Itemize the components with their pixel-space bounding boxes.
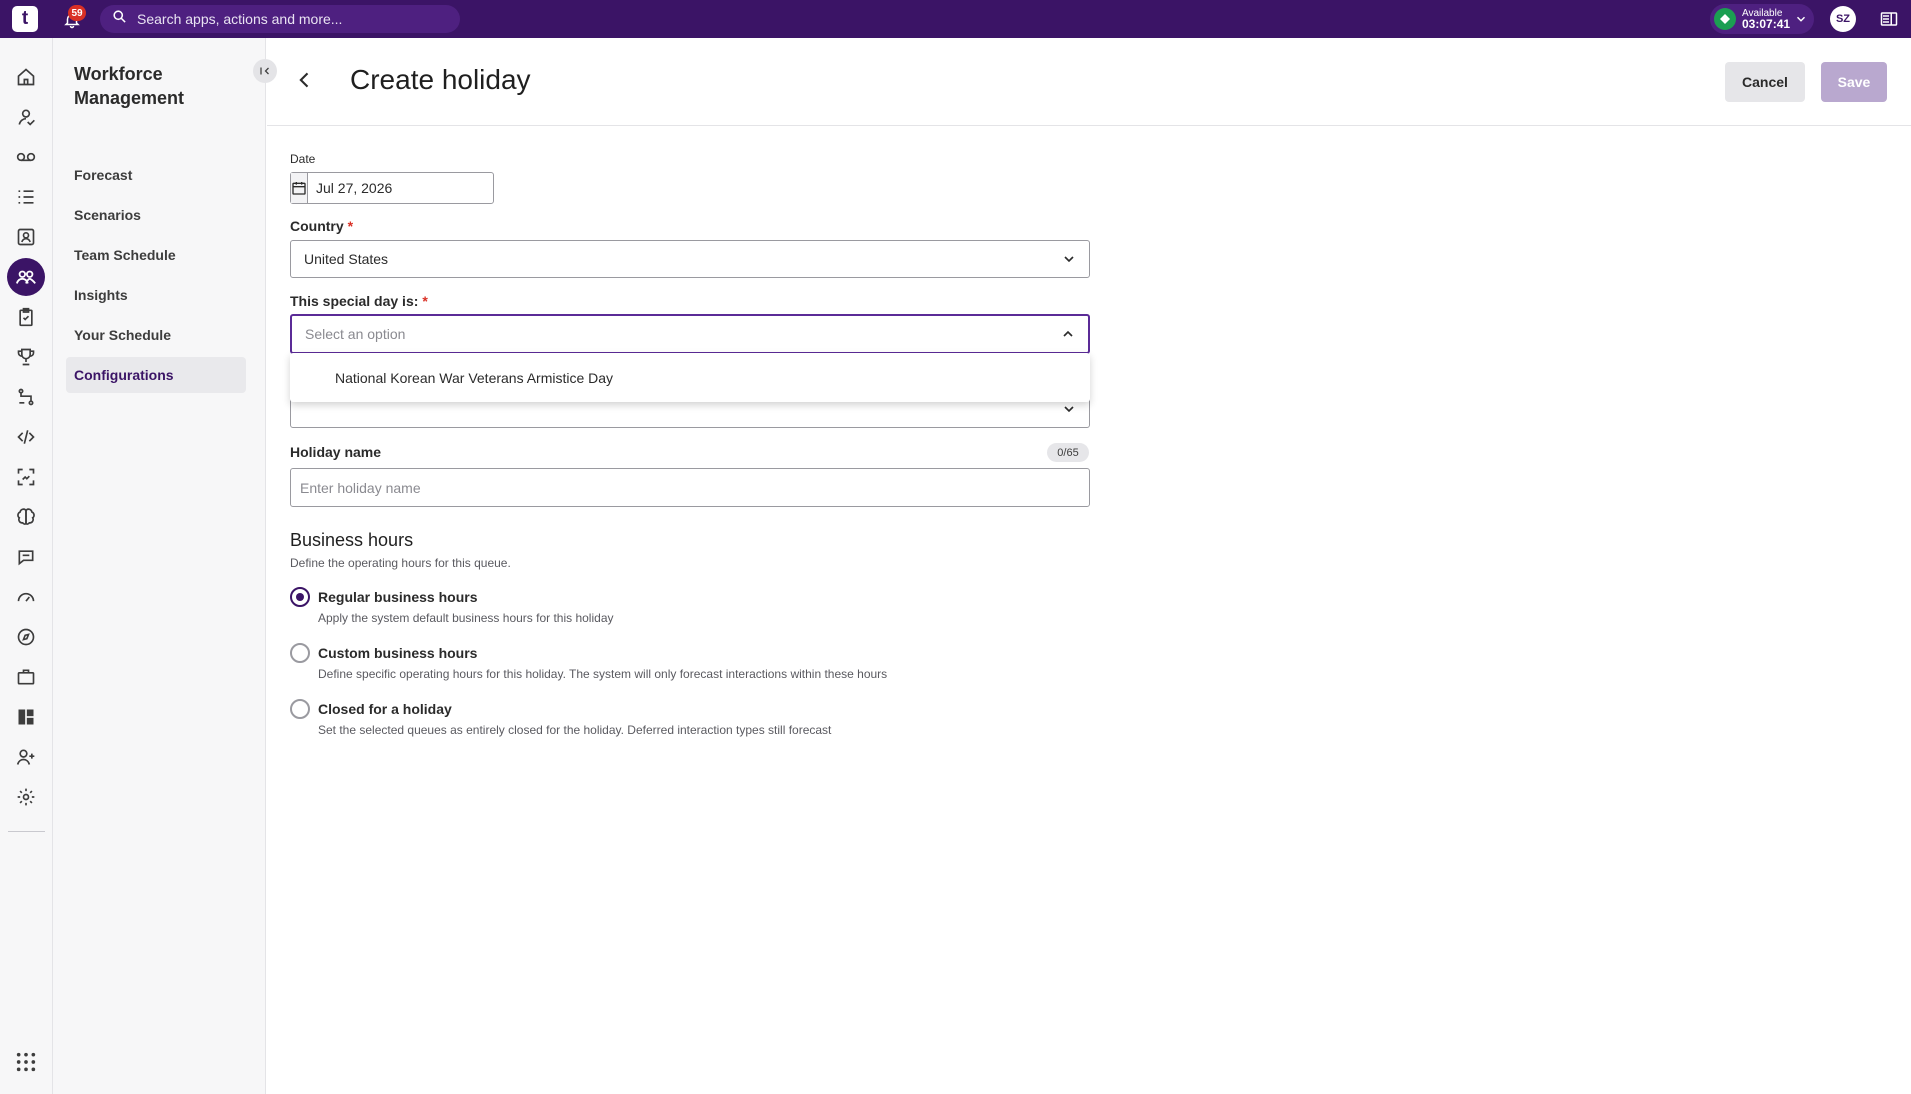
- workforce-icon[interactable]: [7, 258, 45, 296]
- user-avatar[interactable]: SZ: [1830, 6, 1856, 32]
- status-available-icon: [1714, 8, 1736, 30]
- main-content: Create holiday Cancel Save Date Country*…: [267, 38, 1911, 1094]
- agent-status-selector[interactable]: Available 03:07:41: [1710, 4, 1814, 34]
- radio-button[interactable]: [290, 699, 310, 719]
- cancel-button[interactable]: Cancel: [1725, 62, 1805, 102]
- agent-icon[interactable]: [10, 101, 42, 133]
- scan-icon[interactable]: [10, 461, 42, 493]
- date-picker[interactable]: [290, 172, 497, 204]
- trophy-icon[interactable]: [10, 341, 42, 373]
- country-label: Country *: [290, 218, 353, 234]
- character-counter: 0/65: [1047, 443, 1089, 462]
- calendar-icon[interactable]: [291, 173, 308, 203]
- search-icon: [112, 9, 127, 29]
- date-label: Date: [290, 152, 316, 166]
- required-mark: *: [347, 218, 354, 234]
- radio-description: Apply the system default business hours …: [318, 611, 614, 625]
- global-search[interactable]: [100, 5, 460, 33]
- radio-label: Closed for a holiday: [318, 701, 452, 717]
- sidebar-item-insights[interactable]: Insights: [66, 277, 246, 313]
- back-arrow-icon[interactable]: [291, 66, 319, 94]
- rail-divider: [8, 831, 45, 832]
- business-hours-title: Business hours: [290, 530, 414, 550]
- brain-icon[interactable]: [10, 501, 42, 533]
- dashboard-icon[interactable]: [10, 701, 42, 733]
- radio-label: Regular business hours: [318, 589, 478, 605]
- apps-grid-icon[interactable]: [10, 1046, 42, 1078]
- country-label-text: Country: [290, 218, 344, 234]
- app-logo[interactable]: t: [12, 6, 38, 32]
- notification-count-badge: 59: [68, 5, 86, 21]
- contacts-icon[interactable]: [10, 221, 42, 253]
- sidebar-item-scenarios[interactable]: Scenarios: [66, 197, 246, 233]
- chevron-down-icon: [1061, 251, 1077, 270]
- chevron-up-icon: [1060, 326, 1076, 345]
- search-input[interactable]: [137, 11, 437, 27]
- home-icon[interactable]: [10, 61, 42, 93]
- chevron-down-icon: [1061, 401, 1077, 420]
- radio-button[interactable]: [290, 587, 310, 607]
- sidebar-item-team-schedule[interactable]: Team Schedule: [66, 237, 246, 273]
- app-rail: [0, 38, 53, 1094]
- business-hours-description: Define the operating hours for this queu…: [290, 556, 511, 570]
- page-header: Create holiday Cancel Save: [267, 38, 1911, 126]
- holiday-name-label: Holiday name: [290, 444, 382, 460]
- sidebar-item-your-schedule[interactable]: Your Schedule: [66, 317, 246, 353]
- workforce-sidebar: Workforce Management Forecast Scenarios …: [53, 38, 277, 1094]
- chat-icon[interactable]: [10, 541, 42, 573]
- page-title: Create holiday: [350, 64, 531, 95]
- chevron-down-icon: [1794, 12, 1808, 31]
- status-timer: 03:07:41: [1742, 17, 1791, 31]
- top-bar: t 59 Available 03:07:41 SZ: [0, 0, 1911, 38]
- side-panel-toggle-icon[interactable]: [1878, 9, 1900, 29]
- speedometer-icon[interactable]: [10, 581, 42, 613]
- sidebar-title: Workforce Management: [74, 64, 185, 108]
- settings-icon[interactable]: [10, 781, 42, 813]
- special-day-label: This special day is: *: [290, 293, 428, 309]
- compass-icon[interactable]: [10, 621, 42, 653]
- radio-button[interactable]: [290, 643, 310, 663]
- voicemail-icon[interactable]: [10, 141, 42, 173]
- user-plus-icon[interactable]: [10, 741, 42, 773]
- radio-label: Custom business hours: [318, 645, 478, 661]
- special-day-label-text: This special day is:: [290, 293, 419, 309]
- list-icon[interactable]: [10, 181, 42, 213]
- radio-description: Set the selected queues as entirely clos…: [318, 723, 832, 737]
- country-value: United States: [304, 251, 389, 267]
- special-day-option[interactable]: National Korean War Veterans Armistice D…: [290, 353, 1090, 402]
- required-mark: *: [422, 293, 428, 309]
- save-button[interactable]: Save: [1821, 62, 1887, 102]
- radio-description: Define specific operating hours for this…: [318, 667, 888, 681]
- flow-icon[interactable]: [10, 381, 42, 413]
- sidebar-item-forecast[interactable]: Forecast: [66, 157, 246, 193]
- holiday-name-input[interactable]: [290, 468, 1090, 507]
- special-day-placeholder: Select an option: [305, 326, 406, 342]
- country-select[interactable]: United States: [290, 240, 1090, 278]
- sidebar-item-configurations[interactable]: Configurations: [66, 357, 246, 393]
- special-day-select[interactable]: Select an option: [290, 314, 1090, 354]
- clipboard-icon[interactable]: [10, 301, 42, 333]
- code-icon[interactable]: [10, 421, 42, 453]
- briefcase-icon[interactable]: [10, 661, 42, 693]
- date-input[interactable]: [308, 173, 497, 203]
